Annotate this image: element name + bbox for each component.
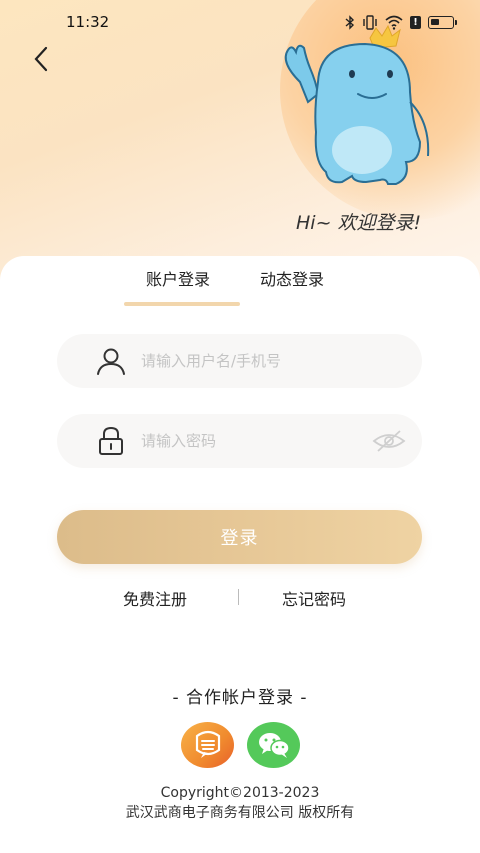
wechat-icon[interactable] xyxy=(247,722,300,768)
wuhan-business-icon[interactable] xyxy=(181,722,234,768)
lock-icon xyxy=(93,423,129,459)
greeting-text: Hi~ 欢迎登录! xyxy=(296,212,422,234)
copyright-text: Copyright©2013-2023 xyxy=(160,785,320,801)
link-divider xyxy=(238,589,239,605)
password-field[interactable] xyxy=(57,414,422,468)
company-name: 武汉武商电子商务有限公司 版权所有 xyxy=(125,805,355,821)
auxiliary-links: 免费注册 忘记密码 xyxy=(0,586,480,610)
tab-account-login[interactable]: 账户登录 xyxy=(146,266,210,306)
status-time: 11:32 xyxy=(66,13,110,31)
eye-hidden-icon[interactable] xyxy=(372,427,406,455)
back-button[interactable] xyxy=(26,44,56,74)
password-input[interactable] xyxy=(141,432,371,450)
register-link[interactable]: 免费注册 xyxy=(123,586,187,610)
partner-login-title: - 合作帐户登录 - xyxy=(172,688,308,708)
mascot-illustration xyxy=(284,24,430,185)
forgot-password-link[interactable]: 忘记密码 xyxy=(282,586,346,610)
login-button[interactable]: 登录 xyxy=(57,510,422,564)
username-field[interactable] xyxy=(57,334,422,388)
user-icon xyxy=(93,343,129,379)
tab-dynamic-login[interactable]: 动态登录 xyxy=(260,266,324,306)
login-tabs: 账户登录 动态登录 xyxy=(0,266,480,310)
active-tab-indicator xyxy=(124,302,240,306)
username-input[interactable] xyxy=(141,352,371,370)
chevron-left-icon xyxy=(34,46,48,72)
